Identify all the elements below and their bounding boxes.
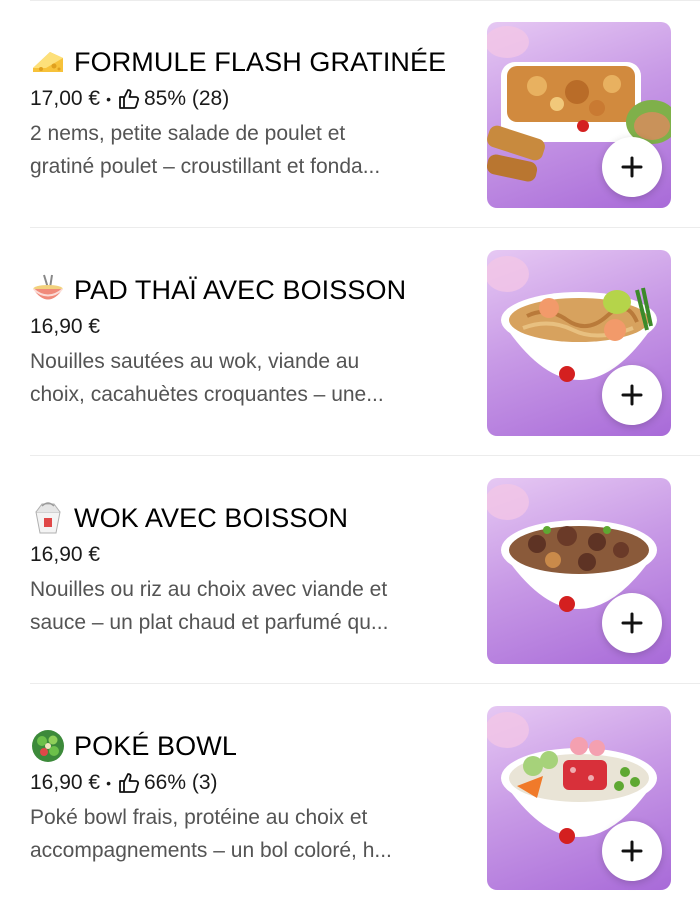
description-line: accompagnements – un bol coloré, h... [30, 839, 392, 862]
item-price: 17,00 € [30, 87, 101, 110]
item-price: 16,90 € [30, 543, 101, 566]
menu-item-pad-thai[interactable]: PAD THAÏ AVEC BOISSON 16,90 € Nouilles s… [0, 228, 700, 456]
item-title: POKÉ BOWL [74, 730, 237, 761]
menu-item-poke-bowl[interactable]: POKÉ BOWL 16,90 € • 66% (3) Poké bowl fr… [0, 684, 700, 900]
separator-dot: • [106, 775, 111, 791]
cheese-icon [33, 52, 63, 72]
description-line: 2 nems, petite salade de poulet et [30, 122, 346, 145]
add-button[interactable] [602, 821, 662, 881]
item-description: Nouilles sautées au wok, viande au choix… [30, 345, 475, 411]
price-line: 16,90 € [30, 312, 100, 342]
item-price: 16,90 € [30, 771, 101, 794]
add-button[interactable] [602, 593, 662, 653]
item-title-row: PAD THAÏ AVEC BOISSON [30, 272, 406, 308]
description-line: gratiné poulet – croustillant et fonda..… [30, 155, 381, 178]
takeout-box-icon [35, 502, 61, 534]
add-button[interactable] [602, 137, 662, 197]
description-line: Nouilles sautées au wok, viande au [30, 350, 360, 373]
noodle-bowl-icon [32, 274, 64, 300]
item-title: FORMULE FLASH GRATINÉE [74, 46, 447, 77]
separator-dot: • [106, 91, 111, 107]
item-description: Poké bowl frais, protéine au choix et ac… [30, 801, 475, 867]
description-line: choix, cacahuètes croquantes – une... [30, 383, 384, 406]
plus-icon [621, 840, 643, 862]
plus-icon [621, 612, 643, 634]
item-rating: 66% (3) [143, 771, 218, 794]
thumbs-up-icon [119, 773, 140, 793]
item-description: Nouilles ou riz au choix avec viande et … [30, 573, 475, 639]
plus-icon [621, 384, 643, 406]
item-description: 2 nems, petite salade de poulet et grati… [30, 117, 475, 183]
description-line: sauce – un plat chaud et parfumé qu... [30, 611, 389, 634]
item-title: WOK AVEC BOISSON [74, 502, 349, 533]
price-line: 16,90 € [30, 540, 100, 570]
plus-icon [621, 156, 643, 178]
description-line: Poké bowl frais, protéine au choix et [30, 806, 368, 829]
item-price: 16,90 € [30, 315, 101, 338]
salad-bowl-icon [32, 730, 64, 762]
item-rating: 85% (28) [143, 87, 230, 110]
item-title-row: WOK AVEC BOISSON [30, 500, 348, 536]
add-button[interactable] [602, 365, 662, 425]
menu-item-formule-flash[interactable]: FORMULE FLASH GRATINÉE 17,00 € • 85% (28… [0, 0, 700, 228]
thumbs-up-icon [119, 89, 140, 109]
description-line: Nouilles ou riz au choix avec viande et [30, 578, 388, 601]
menu-list: FORMULE FLASH GRATINÉE 17,00 € • 85% (28… [0, 0, 700, 900]
item-title-row: FORMULE FLASH GRATINÉE [30, 44, 446, 80]
price-line: 17,00 € • 85% (28) [30, 84, 229, 114]
item-title-row: POKÉ BOWL [30, 728, 237, 764]
menu-item-wok[interactable]: WOK AVEC BOISSON 16,90 € Nouilles ou riz… [0, 456, 700, 684]
price-line: 16,90 € • 66% (3) [30, 768, 218, 798]
item-title: PAD THAÏ AVEC BOISSON [74, 274, 407, 305]
